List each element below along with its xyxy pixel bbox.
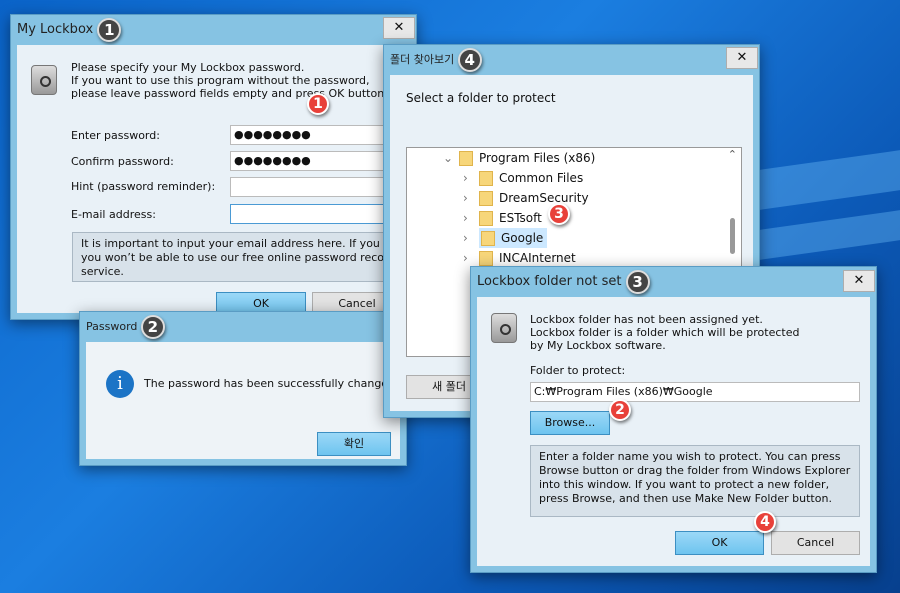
tree-item-label: Common Files: [499, 171, 584, 185]
intro-line: If you want to use this program without …: [71, 74, 370, 87]
tree-item-label: DreamSecurity: [499, 191, 589, 205]
tree-item[interactable]: › DreamSecurity: [463, 188, 589, 208]
folder-icon: [481, 231, 495, 246]
intro-text: Please specify your My Lockbox password.…: [71, 61, 388, 100]
ok-button[interactable]: OK: [675, 531, 764, 555]
confirm-label: Confirm password:: [71, 155, 174, 168]
window-body: Lockbox folder has not been assigned yet…: [477, 297, 870, 566]
folder-icon: [479, 251, 493, 266]
title-bar: Password 2: [80, 312, 406, 342]
cancel-button[interactable]: Cancel: [771, 531, 860, 555]
tree-item[interactable]: ⌄ Program Files (x86): [443, 148, 595, 168]
intro-line: Lockbox folder is a folder which will be…: [530, 326, 800, 339]
password-label: Enter password:: [71, 129, 160, 142]
my-lockbox-window: My Lockbox 1 ✕ Please specify your My Lo…: [10, 14, 432, 320]
help-note: Enter a folder name you wish to protect.…: [530, 445, 860, 517]
intro-line: Please specify your My Lockbox password.: [71, 61, 305, 74]
tree-item[interactable]: › Common Files: [463, 168, 583, 188]
step-badge: 4: [457, 48, 482, 72]
title-bar: Lockbox folder not set 3: [471, 267, 876, 297]
scroll-up-icon[interactable]: ⌃: [728, 148, 737, 161]
annotation-marker: 2: [609, 399, 631, 421]
folder-input[interactable]: C:₩Program Files (x86)₩Google: [530, 382, 860, 402]
tree-item-label: Program Files (x86): [479, 151, 596, 165]
lockbox-folder-dialog: Lockbox folder not set 3 ✕ Lockbox folde…: [470, 266, 877, 573]
annotation-marker: 3: [548, 203, 570, 225]
window-title: 폴더 찾아보기: [390, 53, 455, 66]
chevron-down-icon: ⌄: [443, 151, 454, 165]
browse-button[interactable]: Browse...: [530, 411, 610, 435]
chevron-right-icon: ›: [463, 171, 468, 185]
info-icon: i: [106, 370, 134, 398]
tree-item-label: ESTsoft: [499, 211, 542, 225]
folder-icon: [479, 171, 493, 186]
folder-label: Folder to protect:: [530, 364, 626, 377]
window-title: My Lockbox: [17, 22, 94, 37]
intro-text: Lockbox folder has not been assigned yet…: [530, 313, 799, 352]
hint-label: Hint (password reminder):: [71, 180, 216, 193]
intro-line: by My Lockbox software.: [530, 339, 666, 352]
folder-icon: [479, 211, 493, 226]
close-button[interactable]: ✕: [383, 17, 415, 39]
step-badge: 3: [625, 269, 650, 294]
window-title: Password: [86, 320, 138, 333]
lockbox-safe-icon: [491, 313, 517, 343]
folder-icon: [459, 151, 473, 166]
lockbox-safe-icon: [31, 65, 57, 95]
folder-icon: [479, 191, 493, 206]
password-dialog: Password 2 i The password has been succe…: [79, 311, 407, 466]
step-badge: 1: [97, 17, 122, 42]
message-text: The password has been successfully chang…: [144, 377, 400, 390]
window-body: i The password has been successfully cha…: [86, 342, 400, 459]
annotation-marker: 1: [307, 93, 329, 115]
step-badge: 2: [140, 315, 165, 339]
window-body: Please specify your My Lockbox password.…: [17, 45, 432, 316]
email-label: E-mail address:: [71, 208, 156, 221]
tree-item[interactable]: › INCAInternet: [463, 248, 576, 268]
intro-line: please leave password fields empty and p…: [71, 87, 388, 100]
scrollbar-thumb[interactable]: [730, 218, 735, 254]
chevron-right-icon: ›: [463, 191, 468, 205]
tree-item[interactable]: › ESTsoft: [463, 208, 542, 228]
intro-line: Lockbox folder has not been assigned yet…: [530, 313, 763, 326]
tree-item-selected[interactable]: › Google: [463, 228, 548, 248]
close-button[interactable]: ✕: [843, 270, 875, 292]
title-bar: My Lockbox 1: [11, 15, 416, 45]
email-note: It is important to input your email addr…: [72, 232, 432, 282]
chevron-right-icon: ›: [463, 251, 468, 265]
tree-item-label: Google: [501, 231, 544, 245]
title-bar: 폴더 찾아보기 4: [384, 45, 759, 75]
window-title: Lockbox folder not set: [477, 274, 622, 289]
tree-item-label: INCAInternet: [499, 251, 576, 265]
annotation-marker: 4: [754, 511, 776, 533]
confirm-button[interactable]: 확인: [317, 432, 391, 456]
prompt-text: Select a folder to protect: [406, 91, 556, 105]
chevron-right-icon: ›: [463, 211, 468, 225]
chevron-right-icon: ›: [463, 231, 468, 245]
close-button[interactable]: ✕: [726, 47, 758, 69]
